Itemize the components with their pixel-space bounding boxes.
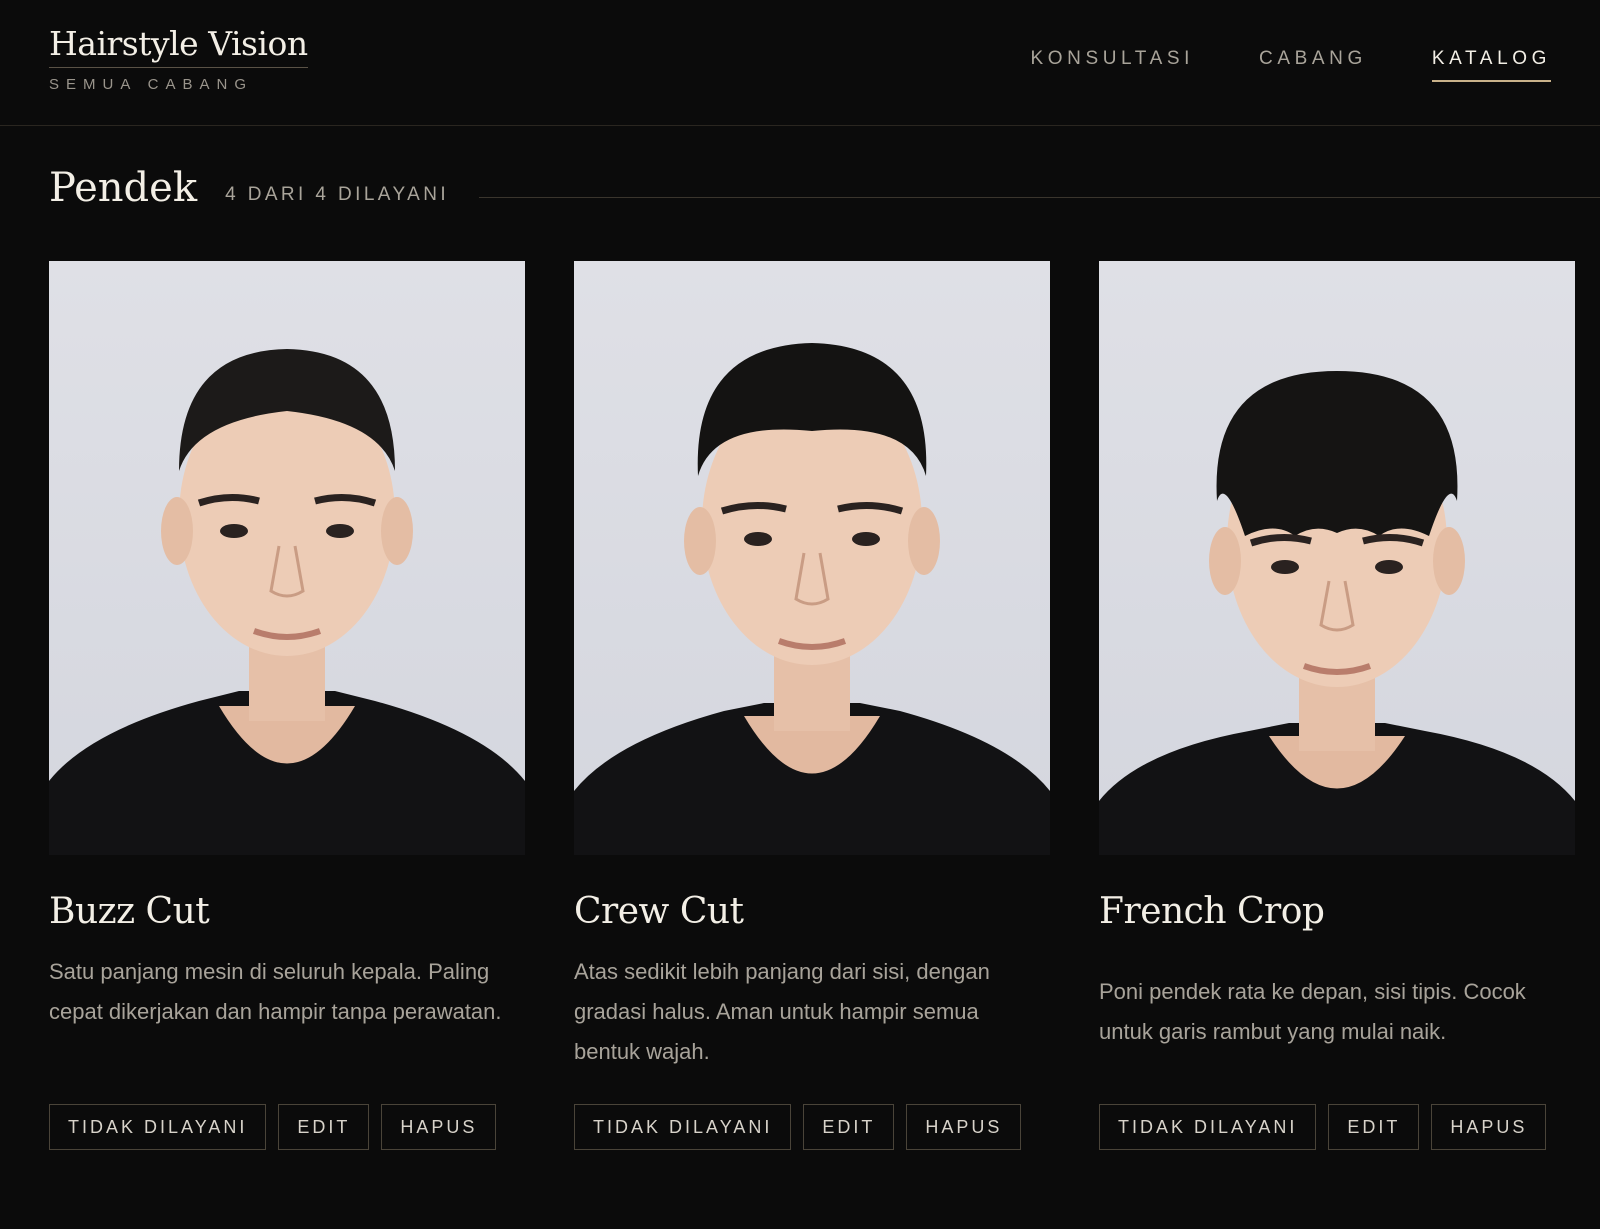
nav-item-katalog[interactable]: KATALOG — [1431, 48, 1551, 82]
nav-item-konsultasi[interactable]: KONSULTASI — [1030, 48, 1194, 82]
section-title: Pendek — [49, 165, 198, 211]
buzz-cut-portrait-photo — [49, 261, 525, 855]
nav-item-cabang[interactable]: CABANG — [1259, 48, 1367, 82]
brand-subtitle: SEMUA CABANG — [49, 76, 254, 93]
card-description: Atas sedikit lebih panjang dari sisi, de… — [574, 959, 990, 1064]
card-description-text: Poni pendek rata ke depan, sisi tipis. C… — [1099, 979, 1526, 1044]
edit-button[interactable]: EDIT — [1328, 1104, 1420, 1150]
card-title: French Crop — [1099, 891, 1325, 932]
brand[interactable]: Hairstyle Vision SEMUA CABANG — [49, 24, 308, 93]
card-title: Buzz Cut — [49, 891, 210, 932]
portrait-icon — [1099, 371, 1575, 855]
section-divider — [479, 197, 1600, 198]
edit-button[interactable]: EDIT — [278, 1104, 370, 1150]
not-served-button[interactable]: TIDAK DILAYANI — [49, 1104, 267, 1150]
hairstyle-card-crew-cut: Crew Cut Atas sedikit lebih panjang dari… — [574, 261, 1050, 1150]
section-header: Pendek 4 DARI 4 DILAYANI — [49, 168, 1600, 208]
hairstyle-card-french-crop: French Crop Poni pendek rata ke depan, s… — [1099, 261, 1575, 1150]
portrait-icon — [49, 349, 525, 855]
not-served-button[interactable]: TIDAK DILAYANI — [1099, 1104, 1317, 1150]
card-actions: TIDAK DILAYANI EDIT HAPUS — [49, 1104, 497, 1150]
site-header: Hairstyle Vision SEMUA CABANG KONSULTASI… — [0, 0, 1600, 126]
main-nav: KONSULTASI CABANG KATALOG — [1030, 48, 1551, 82]
delete-button[interactable]: HAPUS — [381, 1104, 497, 1150]
card-description: Satu panjang mesin di seluruh kepala. Pa… — [49, 959, 502, 1024]
french-crop-portrait-photo — [1099, 261, 1575, 855]
card-actions: TIDAK DILAYANI EDIT HAPUS — [1099, 1104, 1547, 1150]
card-actions: TIDAK DILAYANI EDIT HAPUS — [574, 1104, 1022, 1150]
section-count: 4 DARI 4 DILAYANI — [225, 184, 450, 205]
edit-button[interactable]: EDIT — [803, 1104, 895, 1150]
delete-button[interactable]: HAPUS — [906, 1104, 1022, 1150]
brand-title: Hairstyle Vision — [49, 24, 308, 68]
delete-button[interactable]: HAPUS — [1431, 1104, 1547, 1150]
hairstyle-card-buzz-cut: Buzz Cut Satu panjang mesin di seluruh k… — [49, 261, 525, 1150]
card-title: Crew Cut — [574, 891, 744, 932]
crew-cut-portrait-photo — [574, 261, 1050, 855]
portrait-icon — [574, 343, 1050, 855]
not-served-button[interactable]: TIDAK DILAYANI — [574, 1104, 792, 1150]
card-description: Poni pendek rata ke depan, sisi tipis. C… — [1099, 952, 1575, 1072]
